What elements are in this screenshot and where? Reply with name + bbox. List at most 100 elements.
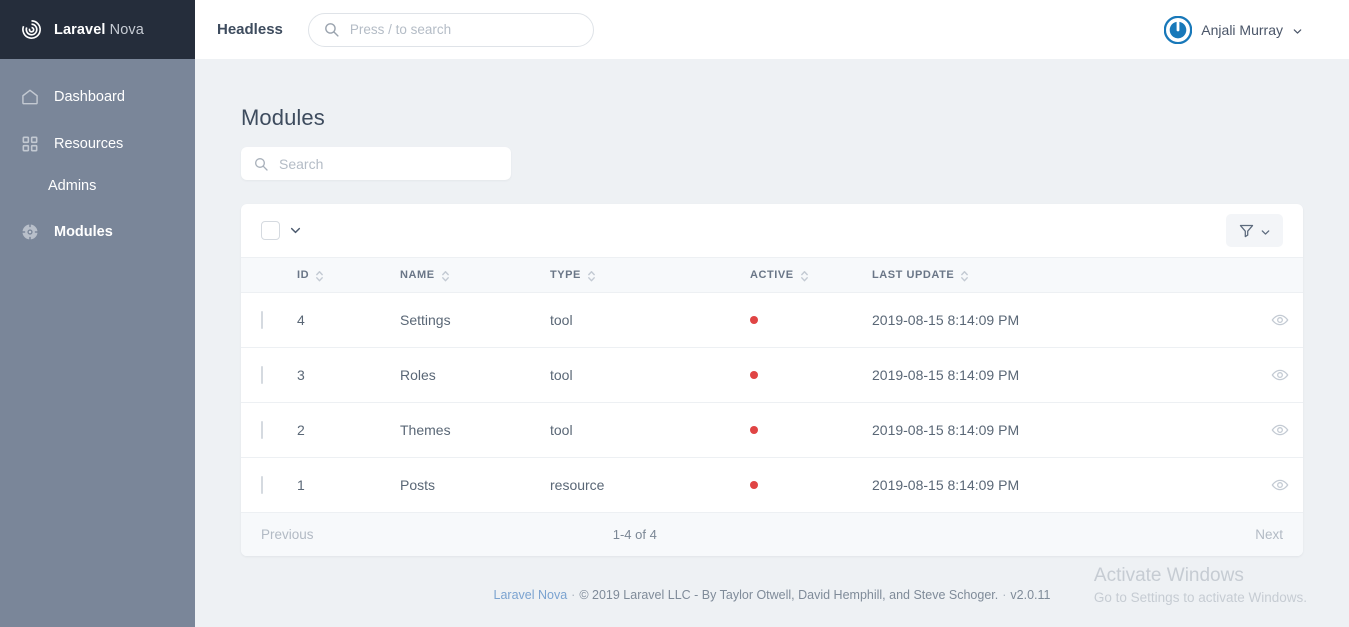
column-label: ID bbox=[297, 269, 310, 281]
table-header-row: ID NAME TYPE ACTIVE LAST UPDATE bbox=[241, 257, 1303, 293]
table-toolbar bbox=[241, 204, 1303, 257]
column-header-active[interactable]: ACTIVE bbox=[750, 258, 872, 293]
cell-name: Roles bbox=[400, 367, 436, 383]
cell-actions bbox=[1231, 348, 1303, 403]
sort-updown-icon[interactable] bbox=[315, 269, 324, 282]
footer-version: v2.0.11 bbox=[1010, 588, 1051, 602]
cell-type: tool bbox=[550, 422, 573, 438]
main-area: Headless Anjali bbox=[195, 0, 1349, 627]
row-checkbox[interactable] bbox=[261, 311, 263, 329]
sidebar-item-admins[interactable]: Admins bbox=[0, 174, 195, 198]
cell-type: tool bbox=[550, 367, 573, 383]
eye-icon[interactable] bbox=[1271, 311, 1289, 329]
eye-icon[interactable] bbox=[1271, 421, 1289, 439]
column-header-id[interactable]: ID bbox=[297, 258, 400, 293]
eye-icon[interactable] bbox=[1271, 476, 1289, 494]
cell-last-update: 2019-08-15 8:14:09 PM bbox=[872, 477, 1020, 493]
cell-last-update: 2019-08-15 8:14:09 PM bbox=[872, 312, 1020, 328]
cell-active bbox=[750, 293, 872, 348]
cell-actions bbox=[1231, 458, 1303, 513]
brand[interactable]: Laravel Nova bbox=[0, 0, 195, 59]
cell-id: 3 bbox=[297, 367, 305, 383]
sort-updown-icon[interactable] bbox=[960, 269, 969, 282]
resource-search-input[interactable] bbox=[279, 155, 499, 172]
cell-actions bbox=[1231, 403, 1303, 458]
table-row[interactable]: 1 Posts resource 2019-08-15 8:14:09 PM bbox=[241, 458, 1303, 513]
chevron-down-icon bbox=[1292, 24, 1303, 35]
sidebar-item-label: Resources bbox=[54, 136, 124, 152]
content: Modules Search ID NAME TYPE ACTIVE LAST … bbox=[195, 59, 1349, 627]
row-checkbox[interactable] bbox=[261, 421, 263, 439]
table-row[interactable]: 2 Themes tool 2019-08-15 8:14:09 PM bbox=[241, 403, 1303, 458]
column-label: ACTIVE bbox=[750, 269, 794, 281]
brand-strong: Laravel bbox=[54, 21, 106, 38]
search-icon bbox=[323, 21, 340, 38]
chevron-down-icon[interactable] bbox=[289, 224, 302, 237]
table-row[interactable]: 4 Settings tool 2019-08-15 8:14:09 PM bbox=[241, 293, 1303, 348]
status-dot bbox=[750, 316, 758, 324]
status-dot bbox=[750, 371, 758, 379]
search-icon bbox=[253, 156, 269, 172]
cell-id: 1 bbox=[297, 477, 305, 493]
user-name: Anjali Murray bbox=[1201, 21, 1283, 38]
filter-button[interactable] bbox=[1226, 214, 1283, 247]
cell-actions bbox=[1231, 293, 1303, 348]
previous-page-button[interactable]: Previous bbox=[261, 527, 314, 542]
row-checkbox[interactable] bbox=[261, 366, 263, 384]
row-checkbox[interactable] bbox=[261, 476, 263, 494]
resource-search[interactable] bbox=[241, 147, 511, 180]
header-actions-cell bbox=[1231, 258, 1303, 293]
cell-type: resource bbox=[550, 477, 605, 493]
table-body: 4 Settings tool 2019-08-15 8:14:09 PM 3 … bbox=[241, 293, 1303, 513]
header-checkbox-cell bbox=[241, 258, 297, 293]
page-title: Modules bbox=[241, 105, 325, 130]
sidebar-item-label: Modules bbox=[54, 224, 113, 240]
sort-updown-icon[interactable] bbox=[587, 269, 596, 282]
topbar: Headless Anjali bbox=[195, 0, 1349, 59]
status-dot bbox=[750, 481, 758, 489]
resource-table: ID NAME TYPE ACTIVE LAST UPDATE 4 Settin… bbox=[241, 257, 1303, 513]
footer-link[interactable]: Laravel Nova bbox=[494, 588, 568, 602]
app-root: Laravel Nova Dashboard Resources Admins … bbox=[0, 0, 1349, 627]
column-header-last-update[interactable]: LAST UPDATE bbox=[872, 258, 1231, 293]
select-all-checkbox[interactable] bbox=[261, 221, 280, 240]
resource-table-card: ID NAME TYPE ACTIVE LAST UPDATE 4 Settin… bbox=[241, 204, 1303, 556]
column-label: TYPE bbox=[550, 269, 581, 281]
cell-name: Settings bbox=[400, 312, 451, 328]
sidebar-item-resources[interactable]: Resources bbox=[0, 127, 195, 161]
cell-name: Posts bbox=[400, 477, 436, 493]
row-checkbox-cell bbox=[241, 403, 297, 458]
global-search[interactable] bbox=[307, 12, 594, 47]
cell-id: 4 bbox=[297, 312, 305, 328]
chevron-down-icon bbox=[1260, 225, 1271, 236]
sidebar: Laravel Nova Dashboard Resources Admins … bbox=[0, 0, 195, 627]
user-menu[interactable]: Anjali Murray bbox=[1164, 15, 1349, 44]
sort-updown-icon[interactable] bbox=[441, 269, 450, 282]
sidebar-item-dashboard[interactable]: Dashboard bbox=[0, 80, 195, 114]
sort-updown-icon[interactable] bbox=[800, 269, 809, 282]
column-header-type[interactable]: TYPE bbox=[550, 258, 750, 293]
column-label: LAST UPDATE bbox=[872, 269, 955, 281]
cell-last-update: 2019-08-15 8:14:09 PM bbox=[872, 422, 1020, 438]
table-head: ID NAME TYPE ACTIVE LAST UPDATE bbox=[241, 257, 1303, 293]
cell-id: 2 bbox=[297, 422, 305, 438]
global-search-input[interactable] bbox=[349, 22, 579, 37]
sidebar-nav: Dashboard Resources Admins Modules bbox=[0, 59, 195, 262]
cell-active bbox=[750, 403, 872, 458]
home-icon bbox=[20, 87, 40, 107]
cell-name: Themes bbox=[400, 422, 451, 438]
filter-funnel-icon bbox=[1238, 222, 1255, 239]
pagination-count: 1-4 of 4 bbox=[612, 527, 657, 542]
next-page-button[interactable]: Next bbox=[1255, 527, 1283, 542]
table-row[interactable]: 3 Roles tool 2019-08-15 8:14:09 PM bbox=[241, 348, 1303, 403]
footer-separator: · bbox=[1002, 588, 1007, 602]
app-name: Headless bbox=[217, 21, 283, 38]
brand-light: Nova bbox=[109, 21, 144, 38]
column-header-name[interactable]: NAME bbox=[400, 258, 550, 293]
row-checkbox-cell bbox=[241, 293, 297, 348]
sidebar-item-modules[interactable]: Modules bbox=[0, 215, 195, 249]
cell-active bbox=[750, 458, 872, 513]
status-dot bbox=[750, 426, 758, 434]
footer-separator: · bbox=[571, 588, 576, 602]
eye-icon[interactable] bbox=[1271, 366, 1289, 384]
